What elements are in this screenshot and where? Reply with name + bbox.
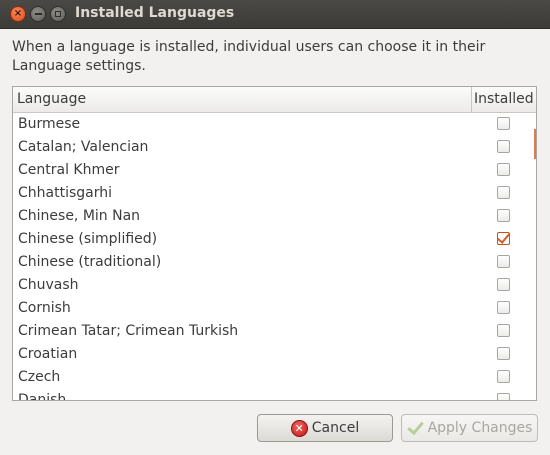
list-item[interactable]: Chuvash — [13, 274, 536, 297]
window-minimize-button[interactable] — [30, 6, 46, 22]
language-name: Chhattisgarhi — [18, 185, 113, 201]
language-name: Czech — [18, 369, 61, 385]
list-item[interactable]: Central Khmer — [13, 159, 536, 182]
language-name: Croatian — [18, 346, 78, 362]
list-item[interactable]: Croatian — [13, 343, 536, 366]
installed-languages-window: × Installed Languages When a language is… — [0, 0, 550, 455]
list-item[interactable]: Danish — [13, 389, 536, 401]
installed-checkbox[interactable] — [497, 255, 510, 268]
list-header: Language Installed — [13, 87, 536, 113]
column-header-language[interactable]: Language — [17, 91, 86, 107]
language-name: Chinese, Min Nan — [18, 208, 141, 224]
language-name: Chuvash — [18, 277, 79, 293]
checkmark-icon — [407, 420, 423, 436]
list-item[interactable]: Burmese — [13, 113, 536, 136]
language-name: Central Khmer — [18, 162, 120, 178]
installed-checkbox[interactable] — [497, 370, 510, 383]
installed-checkbox[interactable] — [497, 209, 510, 222]
cancel-icon: ✕ — [290, 419, 308, 437]
languages-list: Language Installed Burmese Catalan; Valen… — [12, 86, 537, 401]
list-item[interactable]: Chinese, Min Nan — [13, 205, 536, 228]
list-item[interactable]: Cornish — [13, 297, 536, 320]
language-name: Chinese (simplified) — [18, 231, 158, 247]
installed-checkbox[interactable] — [497, 117, 510, 130]
installed-checkbox[interactable] — [497, 301, 510, 314]
installed-checkbox[interactable] — [497, 163, 510, 176]
description-text: When a language is installed, individual… — [12, 39, 486, 74]
installed-checkbox[interactable] — [497, 347, 510, 360]
scrollbar[interactable] — [534, 129, 536, 159]
list-rows[interactable]: Burmese Catalan; Valencian Central Khmer Ch… — [13, 113, 536, 401]
list-item[interactable]: Crimean Tatar; Crimean Turkish — [13, 320, 536, 343]
list-item[interactable]: Czech — [13, 366, 536, 389]
language-name: Burmese — [18, 116, 81, 132]
apply-changes-button[interactable]: Apply Changes — [401, 414, 538, 442]
installed-checkbox[interactable] — [497, 324, 510, 337]
language-name: Chinese (traditional) — [18, 254, 162, 270]
close-icon: × — [13, 8, 23, 19]
window-close-button[interactable]: × — [10, 6, 26, 22]
installed-checkbox[interactable] — [497, 186, 510, 199]
list-item[interactable]: Chhattisgarhi — [13, 182, 536, 205]
installed-checkbox[interactable] — [497, 278, 510, 291]
list-item[interactable]: Catalan; Valencian — [13, 136, 536, 159]
language-name: Catalan; Valencian — [18, 139, 149, 155]
cancel-button-label: Cancel — [311, 420, 360, 436]
column-divider — [471, 87, 472, 112]
window-maximize-button[interactable] — [50, 6, 66, 22]
list-item[interactable]: Chinese (traditional) — [13, 251, 536, 274]
installed-checkbox[interactable] — [497, 140, 510, 153]
apply-changes-button-label: Apply Changes — [427, 420, 533, 436]
window-title: Installed Languages — [75, 5, 235, 21]
installed-checkbox[interactable] — [497, 232, 510, 245]
column-header-installed[interactable]: Installed — [474, 91, 534, 107]
language-name: Cornish — [18, 300, 71, 316]
language-name: Crimean Tatar; Crimean Turkish — [18, 323, 239, 339]
list-item[interactable]: Chinese (simplified) — [13, 228, 536, 251]
language-name: Danish — [18, 392, 67, 401]
title-bar: × Installed Languages — [0, 0, 550, 29]
installed-checkbox[interactable] — [497, 393, 510, 400]
cancel-button[interactable]: ✕ Cancel — [257, 414, 393, 442]
